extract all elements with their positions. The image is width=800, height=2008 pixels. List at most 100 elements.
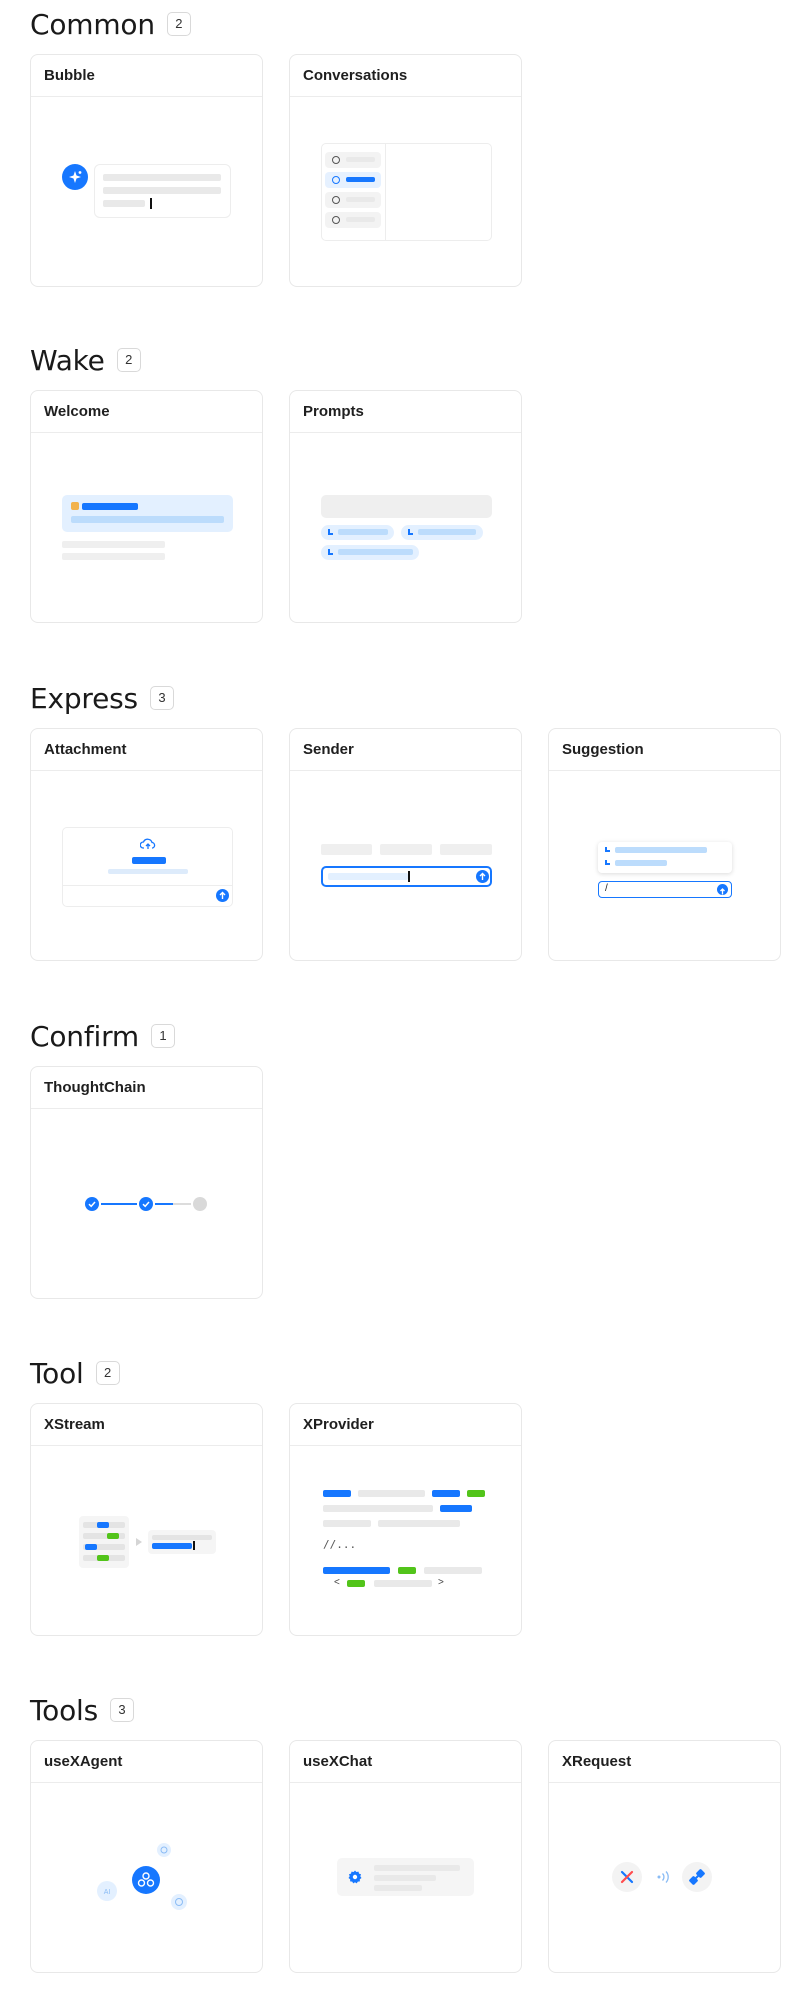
section-title: Tool [30, 1356, 84, 1390]
card-bubble[interactable]: Bubble [30, 54, 263, 287]
conversation-item [325, 152, 381, 168]
send-icon [717, 884, 728, 895]
welcome-preview [31, 433, 262, 622]
card-title: XRequest [549, 1741, 780, 1783]
play-arrow-icon [136, 1538, 142, 1546]
thoughtchain-preview [31, 1109, 262, 1298]
send-icon [216, 889, 229, 902]
xprovider-preview: //... < > [290, 1446, 521, 1635]
chat-icon [332, 216, 340, 224]
section-wake: Wake 2 Welcome Prompts [30, 342, 790, 623]
card-title: Attachment [31, 729, 262, 771]
usexagent-preview: AI [31, 1783, 262, 1972]
card-thoughtchain[interactable]: ThoughtChain [30, 1066, 263, 1299]
section-confirm: Confirm 1 ThoughtChain [30, 1018, 790, 1299]
text-cursor [150, 198, 152, 209]
card-title: Suggestion [549, 729, 780, 771]
card-suggestion[interactable]: Suggestion / [548, 728, 781, 961]
bubble-box [94, 164, 231, 218]
chat-icon [332, 156, 340, 164]
pending-circle-icon [193, 1197, 207, 1211]
chat-icon [332, 196, 340, 204]
send-icon [476, 870, 489, 883]
arrow-icon [605, 847, 610, 852]
section-title: Tools [30, 1693, 98, 1727]
section-title: Confirm [30, 1019, 139, 1053]
card-title: Sender [290, 729, 521, 771]
section-count-badge: 2 [116, 348, 141, 372]
prompt-chip [321, 545, 419, 560]
arrow-icon [328, 549, 333, 555]
suggestion-popup [598, 842, 732, 873]
api-connect-icon [682, 1862, 712, 1892]
prompts-preview [290, 433, 521, 622]
section-tools: Tools 3 useXAgent AI useXChat XRequest [30, 1692, 790, 1973]
sender-input [321, 866, 492, 887]
xrequest-preview [549, 1783, 780, 1972]
section-count-badge: 1 [150, 1024, 175, 1048]
suggestion-input: / [598, 881, 732, 898]
attachment-preview [31, 771, 262, 960]
card-xrequest[interactable]: XRequest [548, 1740, 781, 1973]
card-xprovider[interactable]: XProvider //... < > [289, 1403, 522, 1636]
check-circle-icon [85, 1197, 99, 1211]
settings-gear-icon [348, 1870, 362, 1884]
slash-trigger: / [605, 883, 608, 894]
conversations-preview [290, 97, 521, 286]
usexchat-preview [290, 1783, 521, 1972]
agent-hub-icon [132, 1866, 160, 1894]
card-title: useXChat [290, 1741, 521, 1783]
section-count-badge: 3 [109, 1698, 134, 1722]
wave-hand-icon [71, 502, 79, 510]
card-title: Prompts [290, 391, 521, 433]
code-comment: //... [323, 1538, 357, 1551]
section-title: Wake [30, 343, 105, 377]
suggestion-preview: / [549, 771, 780, 960]
card-usexchat[interactable]: useXChat [289, 1740, 522, 1973]
card-title: XStream [31, 1404, 262, 1446]
ai-badge-icon: AI [97, 1881, 117, 1901]
card-xstream[interactable]: XStream [30, 1403, 263, 1636]
card-sender[interactable]: Sender [289, 728, 522, 961]
section-express: Express 3 Attachment Sender Suggestion / [30, 680, 790, 961]
stream-output [148, 1530, 216, 1554]
bubble-preview [31, 97, 262, 286]
card-title: ThoughtChain [31, 1067, 262, 1109]
card-prompts[interactable]: Prompts [289, 390, 522, 623]
section-count-badge: 3 [149, 686, 174, 710]
angle-right-glyph: > [438, 1577, 444, 1588]
card-title: useXAgent [31, 1741, 262, 1783]
chat-icon [332, 176, 340, 184]
check-circle-icon [139, 1197, 153, 1211]
card-title: Bubble [31, 55, 262, 97]
arrow-icon [408, 529, 413, 535]
gear-small-icon [157, 1843, 171, 1857]
sparkle-avatar-icon [62, 164, 88, 190]
angle-left-glyph: < [334, 1577, 340, 1588]
section-tool: Tool 2 XStream XProvider //... < > [30, 1355, 790, 1636]
section-count-badge: 2 [95, 1361, 120, 1385]
sender-preview [290, 771, 521, 960]
conversation-item-active [325, 172, 381, 188]
xstream-preview [31, 1446, 262, 1635]
card-title: XProvider [290, 1404, 521, 1446]
section-title: Express [30, 681, 138, 715]
x-logo-icon [612, 1862, 642, 1892]
section-common: Common 2 Bubble Conversations [30, 6, 790, 287]
card-title: Conversations [290, 55, 521, 97]
card-attachment[interactable]: Attachment [30, 728, 263, 961]
card-usexagent[interactable]: useXAgent AI [30, 1740, 263, 1973]
section-count-badge: 2 [166, 12, 191, 36]
stream-chunks [79, 1516, 129, 1568]
text-cursor [408, 871, 410, 882]
arrow-icon [605, 860, 610, 865]
section-title: Common [30, 7, 155, 41]
card-welcome[interactable]: Welcome [30, 390, 263, 623]
signal-waves-icon [657, 1871, 669, 1883]
prompt-chip [401, 525, 483, 540]
conversation-item [325, 212, 381, 228]
card-conversations[interactable]: Conversations [289, 54, 522, 287]
conversation-item [325, 192, 381, 208]
globe-small-icon [171, 1894, 187, 1910]
text-cursor [193, 1541, 195, 1550]
